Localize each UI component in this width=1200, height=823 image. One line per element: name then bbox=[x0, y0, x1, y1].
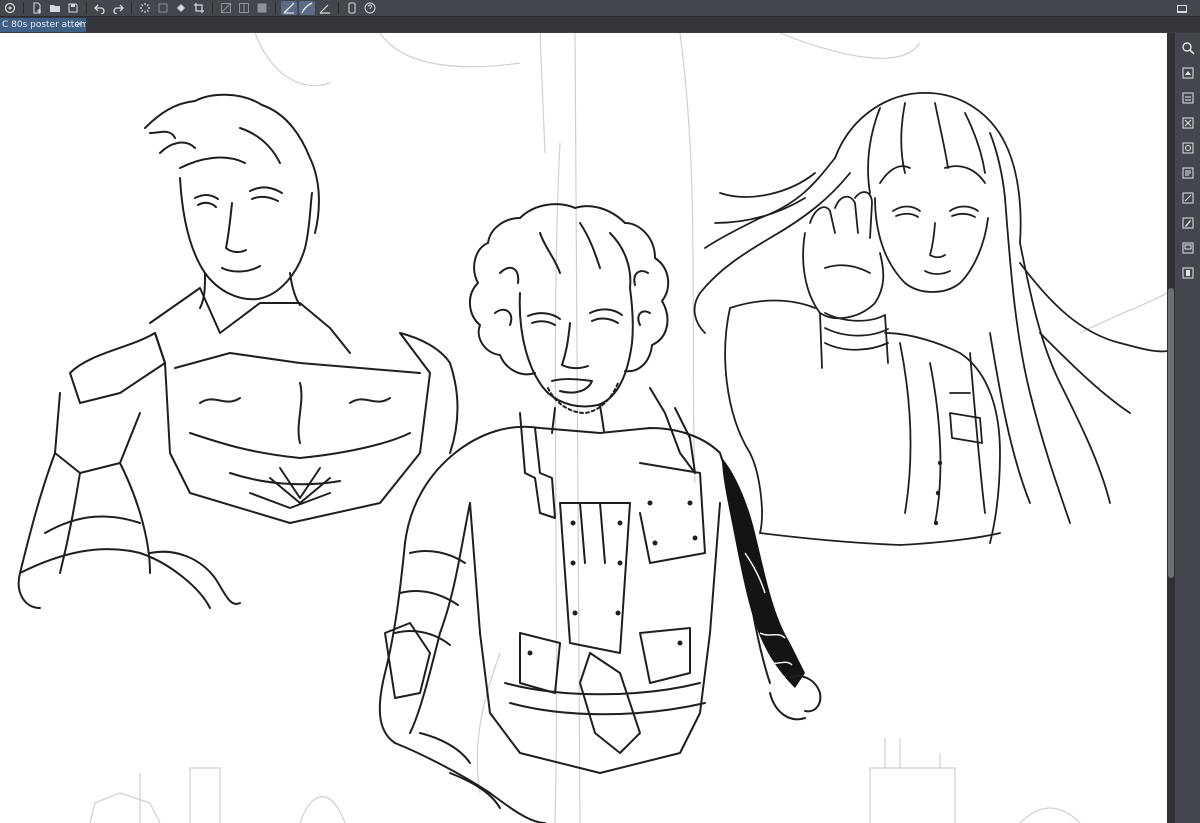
construction-lines bbox=[89, 33, 1167, 823]
snap-to-ruler-icon[interactable] bbox=[236, 1, 252, 15]
document-tab-bar: C 80s poster attempt ✕ bbox=[0, 17, 1200, 32]
snap-to-special-ruler-icon[interactable] bbox=[254, 1, 270, 15]
curve-ruler-icon[interactable] bbox=[299, 1, 315, 15]
right-character bbox=[693, 92, 1167, 546]
left-character bbox=[17, 93, 459, 609]
materials-icon[interactable] bbox=[1179, 138, 1197, 157]
app-menu-icon[interactable] bbox=[2, 1, 18, 15]
delete-layer-icon[interactable] bbox=[1179, 113, 1197, 132]
open-file-icon[interactable] bbox=[47, 1, 63, 15]
history-icon[interactable] bbox=[1179, 163, 1197, 182]
tool-property-icon[interactable] bbox=[1179, 213, 1197, 232]
item-bank-icon[interactable] bbox=[1179, 263, 1197, 282]
close-icon[interactable]: ✕ bbox=[75, 18, 83, 32]
drawing-canvas[interactable] bbox=[0, 33, 1167, 823]
right-palette-bar bbox=[1175, 33, 1200, 823]
save-icon[interactable] bbox=[65, 1, 81, 15]
undo-icon[interactable] bbox=[92, 1, 108, 15]
snap-to-grid-icon[interactable] bbox=[281, 1, 297, 15]
toolbar-separator bbox=[212, 2, 213, 14]
main-toolbar bbox=[0, 0, 1200, 17]
window-controls bbox=[1174, 0, 1190, 17]
toolbar-separator bbox=[338, 2, 339, 14]
help-icon[interactable] bbox=[362, 1, 378, 15]
layer-icon[interactable] bbox=[1179, 88, 1197, 107]
document-tab-label: C 80s poster attempt bbox=[2, 20, 86, 30]
line-art-sketch bbox=[17, 33, 1167, 823]
vertical-scrollbar[interactable] bbox=[1167, 33, 1175, 823]
sub-view-icon[interactable] bbox=[1179, 238, 1197, 257]
window-icon[interactable] bbox=[1174, 2, 1190, 16]
transform-icon[interactable] bbox=[218, 1, 234, 15]
color-icon[interactable] bbox=[1179, 188, 1197, 207]
phone-icon[interactable] bbox=[344, 1, 360, 15]
redo-icon[interactable] bbox=[110, 1, 126, 15]
dark-sleeve bbox=[722, 458, 805, 688]
fill-icon[interactable] bbox=[173, 1, 189, 15]
toolbar-separator bbox=[23, 2, 24, 14]
clear-icon[interactable] bbox=[155, 1, 171, 15]
crop-icon[interactable] bbox=[191, 1, 207, 15]
toolbar-separator bbox=[86, 2, 87, 14]
toolbar-separator bbox=[131, 2, 132, 14]
navigator-icon[interactable] bbox=[1179, 38, 1197, 57]
loading-spinner-icon[interactable] bbox=[137, 1, 153, 15]
scrollbar-thumb[interactable] bbox=[1168, 288, 1174, 578]
layer-properties-icon[interactable] bbox=[1179, 63, 1197, 82]
toolbar-separator bbox=[275, 2, 276, 14]
document-tab[interactable]: C 80s poster attempt ✕ bbox=[0, 18, 86, 32]
new-file-icon[interactable] bbox=[29, 1, 45, 15]
perspective-ruler-icon[interactable] bbox=[317, 1, 333, 15]
center-character bbox=[378, 203, 771, 823]
